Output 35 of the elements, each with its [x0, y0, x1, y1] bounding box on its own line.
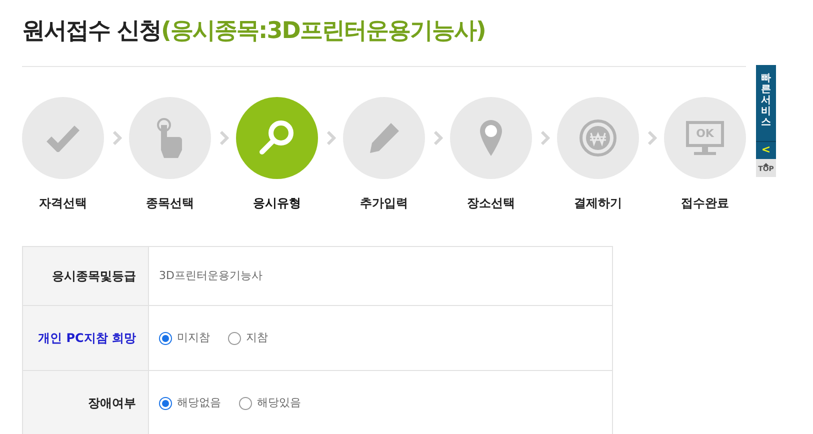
pencil-icon: [367, 121, 401, 155]
step-label: 응시유형: [253, 195, 301, 212]
step-label: 장소선택: [467, 195, 515, 212]
field-label: 장애여부: [23, 371, 149, 434]
chevron-right-icon: [218, 131, 228, 145]
field-label: 개인 PC지참 희망: [23, 306, 149, 370]
step-label: 결제하기: [574, 195, 622, 212]
page-title: 원서접수 신청: [22, 17, 162, 46]
step-label: 종목선택: [146, 195, 194, 212]
monitor-icon: [686, 121, 724, 155]
radio-option[interactable]: 지참: [228, 330, 268, 346]
hand-pointer-icon: [155, 117, 185, 159]
radio-button[interactable]: [159, 332, 172, 344]
step-label: 추가입력: [360, 195, 408, 212]
quick-service-tab[interactable]: 빠른서비스: [756, 65, 776, 141]
chevron-right-icon: [646, 131, 656, 145]
location-pin-icon: [478, 118, 504, 158]
field-value: 3D프린터운용기능사: [159, 268, 262, 284]
chevron-right-icon: [432, 131, 442, 145]
step-label: 접수완료: [681, 195, 729, 212]
radio-option[interactable]: 해당있음: [239, 394, 301, 412]
collapse-button[interactable]: <: [756, 141, 776, 159]
radio-button[interactable]: [228, 332, 241, 344]
radio-option[interactable]: 미지참: [159, 330, 210, 346]
radio-button[interactable]: [239, 396, 252, 410]
won-coin-icon: [579, 119, 617, 157]
field-label: 응시종목및등급: [23, 247, 149, 305]
radio-button[interactable]: [159, 396, 172, 410]
check-icon: [46, 124, 80, 152]
exam-subtitle: (응시종목:3D프린터운용기능사): [161, 17, 486, 46]
radio-option[interactable]: 해당없음: [159, 394, 221, 412]
chevron-right-icon: [326, 131, 336, 145]
step-label: 자격선택: [39, 195, 87, 212]
chevron-right-icon: [540, 131, 550, 145]
chevron-right-icon: [112, 131, 122, 145]
